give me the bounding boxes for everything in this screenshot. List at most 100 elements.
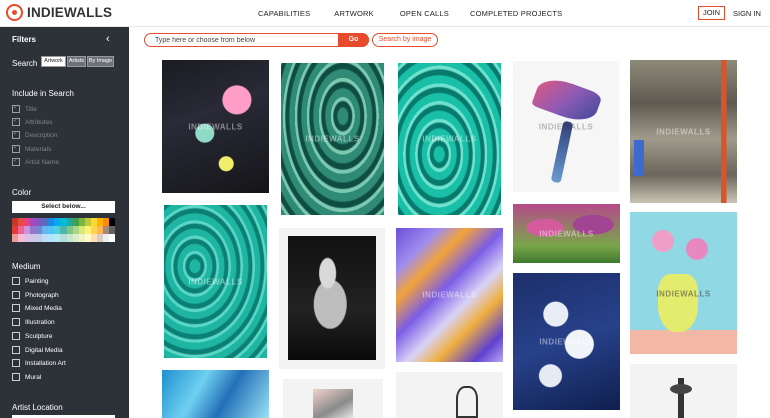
checkbox[interactable] (12, 143, 20, 153)
medium-photograph[interactable]: Photograph (12, 291, 59, 299)
medium-illustration[interactable]: Illustration (12, 318, 55, 326)
logo[interactable]: INDIEWALLS (6, 4, 112, 21)
checkbox[interactable] (12, 277, 20, 285)
color-palette[interactable] (12, 218, 115, 242)
join-button[interactable]: JOIN (698, 6, 725, 20)
include-artist-name[interactable]: Artist Name (12, 156, 59, 166)
medium-digital-media[interactable]: Digital Media (12, 346, 63, 354)
medium-label: Painting (25, 277, 49, 285)
watermark: INDIEWALLS (539, 337, 594, 346)
nav-completed-projects[interactable]: COMPLETED PROJECTS (470, 9, 562, 18)
filters-sidebar: Filters ‹ Search Artwork Artists By Imag… (0, 27, 129, 418)
artwork-tile[interactable]: INDIEWALLS (281, 63, 384, 215)
medium-label: Mural (25, 373, 42, 381)
checkbox[interactable] (12, 291, 20, 299)
watermark: INDIEWALLS (539, 229, 594, 238)
watermark: INDIEWALLS (422, 134, 477, 144)
checkbox[interactable] (12, 359, 20, 367)
search-input[interactable] (155, 34, 335, 46)
artwork-tile[interactable]: INDIEWALLS (162, 60, 269, 193)
search-by-image-button[interactable]: Search by image (372, 33, 438, 47)
watermark: INDIEWALLS (422, 290, 477, 300)
color-swatch[interactable] (108, 226, 115, 234)
checkbox[interactable] (12, 103, 20, 113)
medium-label: Photograph (25, 291, 59, 299)
search-mode-artwork[interactable]: Artwork (41, 56, 66, 67)
color-title: Color (12, 188, 32, 197)
medium-label: Installation Art (25, 359, 66, 367)
medium-label: Sculpture (25, 332, 53, 340)
include-in-search-title: Include in Search (12, 89, 74, 98)
artwork-tile[interactable]: INDIEWALLS (513, 61, 619, 192)
artwork-tile[interactable] (396, 372, 503, 418)
artwork-tile[interactable] (279, 228, 385, 369)
medium-mixed-media[interactable]: Mixed Media (12, 304, 62, 312)
artwork-image (288, 236, 376, 360)
artwork-image (658, 274, 698, 332)
main-nav: CAPABILITIES ARTWORK OPEN CALLS COMPLETE… (258, 9, 562, 18)
artwork-tile[interactable]: INDIEWALLS (513, 204, 620, 263)
color-swatch[interactable] (108, 218, 115, 226)
checkbox[interactable] (12, 346, 20, 354)
medium-painting[interactable]: Painting (12, 277, 49, 285)
checkbox[interactable] (12, 156, 20, 166)
include-label: Description (25, 131, 58, 139)
watermark: INDIEWALLS (188, 277, 243, 286)
nav-artwork[interactable]: ARTWORK (334, 9, 374, 18)
medium-label: Illustration (25, 318, 55, 326)
search-mode-artists[interactable]: Artists (67, 56, 86, 67)
artwork-image (531, 73, 603, 127)
checkbox[interactable] (12, 129, 20, 139)
watermark: INDIEWALLS (305, 134, 360, 144)
medium-title: Medium (12, 262, 41, 271)
search-box (144, 33, 369, 47)
artwork-tile[interactable]: INDIEWALLS (630, 212, 737, 354)
artwork-tile[interactable]: INDIEWALLS (396, 228, 503, 362)
artwork-tile[interactable]: INDIEWALLS (398, 63, 501, 215)
medium-label: Mixed Media (25, 304, 62, 312)
include-title[interactable]: Title (12, 103, 38, 113)
top-navigation: INDIEWALLS CAPABILITIES ARTWORK OPEN CAL… (0, 0, 770, 27)
go-button[interactable]: Go (338, 33, 369, 47)
artwork-image (686, 238, 708, 260)
filters-title: Filters (12, 35, 37, 44)
color-swatch[interactable] (108, 234, 115, 242)
search-label: Search (12, 59, 38, 68)
logo-text: INDIEWALLS (27, 5, 113, 20)
checkbox[interactable] (12, 332, 20, 340)
include-attributes[interactable]: Attributes (12, 116, 53, 126)
artwork-tile[interactable] (630, 364, 737, 418)
include-label: Attributes (25, 118, 53, 126)
collapse-chevron-icon[interactable]: ‹ (106, 33, 110, 45)
artwork-tile[interactable]: INDIEWALLS (164, 205, 267, 358)
artwork-image (456, 386, 478, 418)
color-select-button[interactable]: Select below... (12, 201, 115, 213)
include-description[interactable]: Description (12, 129, 58, 139)
artist-location-title: Artist Location (12, 403, 63, 412)
artwork-image (634, 140, 644, 176)
artwork-tile[interactable]: INDIEWALLS (630, 60, 737, 203)
medium-mural[interactable]: Mural (12, 373, 41, 381)
include-label: Materials (25, 145, 52, 153)
sign-in-link[interactable]: SIGN IN (733, 9, 761, 18)
artwork-image (652, 230, 674, 252)
medium-label: Digital Media (25, 346, 63, 354)
logo-icon (6, 4, 23, 21)
checkbox[interactable] (12, 304, 20, 312)
include-materials[interactable]: Materials (12, 143, 52, 153)
artwork-image (313, 389, 353, 418)
search-mode-by-image[interactable]: By Image (87, 56, 114, 67)
artwork-tile[interactable] (162, 370, 269, 418)
watermark: INDIEWALLS (656, 289, 711, 299)
checkbox[interactable] (12, 373, 20, 381)
include-label: Title (25, 105, 38, 113)
artwork-tile[interactable]: INDIEWALLS (513, 273, 620, 410)
nav-capabilities[interactable]: CAPABILITIES (258, 9, 310, 18)
checkbox[interactable] (12, 116, 20, 126)
medium-sculpture[interactable]: Sculpture (12, 332, 52, 340)
artwork-image (670, 384, 692, 394)
artwork-tile[interactable] (283, 379, 383, 418)
nav-open-calls[interactable]: OPEN CALLS (400, 9, 449, 18)
medium-installation-art[interactable]: Installation Art (12, 359, 66, 367)
checkbox[interactable] (12, 318, 20, 326)
